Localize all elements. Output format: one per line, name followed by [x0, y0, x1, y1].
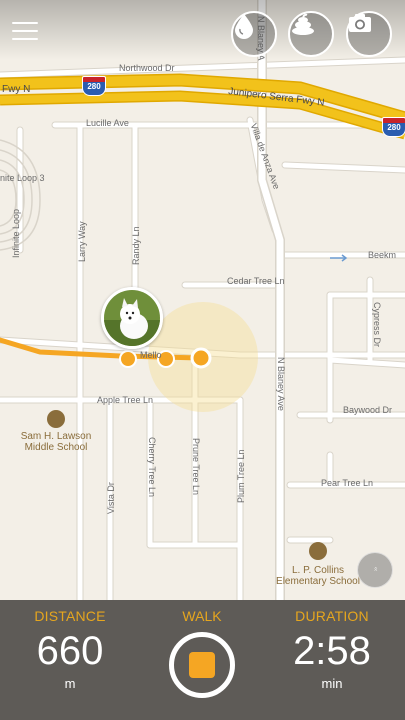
stop-icon — [189, 652, 215, 678]
poi-lawson-school: Sam H. Lawson Middle School — [12, 431, 100, 453]
street-label-beekman: Beekm — [368, 250, 397, 260]
poi-lawson-line2: Middle School — [24, 442, 88, 453]
poi-lawson-line1: Sam H. Lawson — [20, 431, 92, 442]
street-label-apple-tree: Apple Tree Ln — [97, 395, 154, 405]
map-view[interactable]: Northwood Dr Fwy N Junipero Serra Fwy N … — [0, 0, 405, 600]
poi-collins-school: L. P. Collins Elementary School — [265, 565, 371, 587]
distance-label: DISTANCE — [34, 608, 106, 624]
street-label-plum-tree: Plum Tree Ln — [236, 449, 246, 503]
street-label-randy-ln: Randy Ln — [131, 226, 141, 265]
walk-label: WALK — [182, 608, 222, 624]
distance-unit: m — [64, 676, 76, 691]
poop-button[interactable] — [288, 11, 334, 57]
poi-collins-line2: Elementary School — [276, 576, 360, 587]
interstate-shield-icon: 280 — [82, 76, 106, 96]
street-label-infinite-loop-3: nite Loop 3 — [0, 173, 45, 183]
dog-avatar[interactable] — [101, 287, 163, 349]
side-drawer-handle[interactable]: ‹‹ — [357, 552, 393, 588]
street-label-baywood: Baywood Dr — [343, 405, 393, 415]
interstate-shield-number: 280 — [87, 82, 101, 91]
poop-icon — [292, 13, 314, 35]
stop-walk-button[interactable] — [169, 632, 235, 698]
street-label-infinite-loop: Infinite Loop — [11, 208, 21, 258]
duration-stat: DURATION 2:58 min — [262, 600, 402, 691]
duration-label: DURATION — [295, 608, 369, 624]
street-label-mello: Mello — [140, 350, 162, 360]
hamburger-menu-icon[interactable] — [12, 22, 38, 42]
street-label-cherry-tree: Cherry Tree Ln — [147, 437, 157, 498]
street-label-prune-tree: Prune Tree Ln — [191, 438, 201, 496]
street-label-larry-way: Larry Way — [77, 221, 87, 262]
street-label-n-blaney: N Blaney Ave — [276, 357, 286, 411]
side-drawer-handle-icon: ‹‹ — [372, 567, 378, 571]
street-label-lucille: Lucille Ave — [86, 118, 129, 128]
duration-unit: min — [321, 676, 343, 691]
distance-stat: DISTANCE 660 m — [0, 600, 140, 691]
street-label-pear-tree: Pear Tree Ln — [321, 478, 374, 488]
street-label-freeway-left: Fwy N — [2, 84, 31, 95]
street-label-cypress: Cypress Dr — [372, 302, 382, 348]
duration-value: 2:58 — [293, 629, 371, 673]
distance-value: 660 — [36, 629, 104, 673]
street-label-northwood: Northwood Dr — [119, 63, 175, 73]
water-drop-icon — [235, 14, 253, 39]
poi-collins-line1: L. P. Collins — [291, 565, 345, 576]
street-label-vista-dr: Vista Dr — [106, 482, 116, 514]
camera-button[interactable] — [346, 11, 392, 57]
street-label-cedar-tree: Cedar Tree Ln — [227, 276, 285, 286]
map-canvas — [0, 0, 405, 600]
dog-photo-icon — [104, 290, 160, 346]
camera-icon — [349, 14, 371, 32]
water-button[interactable] — [231, 11, 277, 57]
interstate-shield-icon: 280 — [382, 117, 405, 137]
interstate-shield-number: 280 — [387, 123, 401, 132]
